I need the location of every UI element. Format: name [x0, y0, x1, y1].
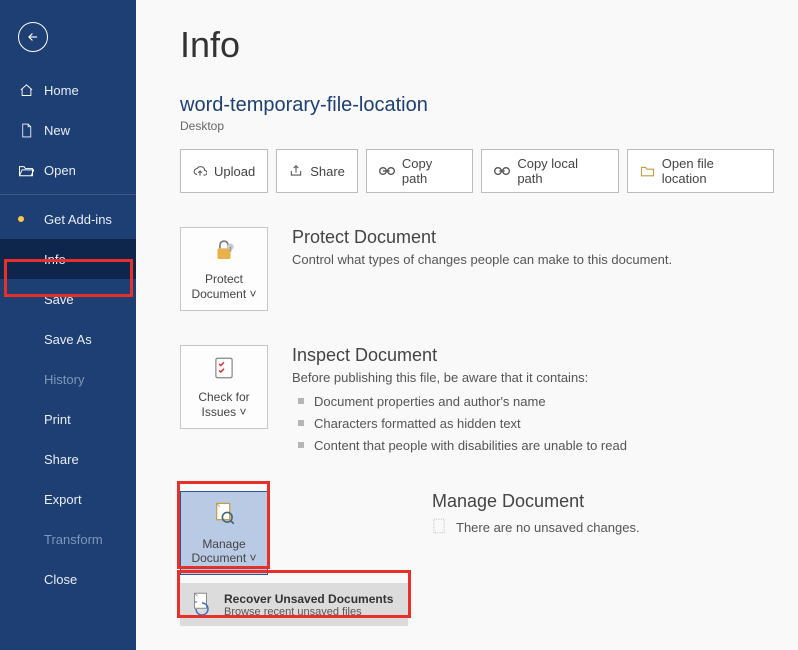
upload-icon [193, 164, 207, 178]
document-search-icon [211, 501, 237, 530]
protect-tile-label: Protect Document [191, 272, 246, 300]
inspect-issue-item: Document properties and author's name [292, 391, 774, 413]
share-label: Share [310, 164, 345, 179]
protect-document-tile[interactable]: Protect Document ˅ [180, 227, 268, 311]
sidebar-item-label: Home [44, 83, 79, 98]
recover-title: Recover Unsaved Documents [224, 592, 393, 606]
sidebar-item-label: Get Add-ins [44, 212, 112, 227]
sidebar-item-save[interactable]: Save [0, 279, 136, 319]
folder-icon [640, 165, 655, 177]
sidebar-item-label: Save As [44, 332, 92, 347]
protect-desc: Control what types of changes people can… [292, 252, 774, 267]
sidebar-item-open[interactable]: Open [0, 150, 136, 190]
action-button-bar: Upload Share Copy path Copy local path O… [180, 149, 774, 193]
sidebar-item-label: Close [44, 572, 77, 587]
link-icon [379, 165, 395, 177]
sidebar-divider [0, 194, 136, 195]
main-panel: Info word-temporary-file-location Deskto… [136, 0, 798, 650]
arrow-left-icon [26, 30, 40, 44]
sidebar-item-label: Export [44, 492, 82, 507]
manage-document-tile[interactable]: Manage Document ˅ [180, 491, 268, 575]
copy-path-label: Copy path [402, 156, 460, 186]
sidebar-item-label: Info [44, 252, 66, 267]
link-icon [494, 165, 510, 177]
copy-local-path-label: Copy local path [517, 156, 605, 186]
inspect-issues-list: Document properties and author's name Ch… [292, 391, 774, 457]
copy-local-path-button[interactable]: Copy local path [481, 149, 618, 193]
sidebar-item-label: New [44, 123, 70, 138]
check-for-issues-tile[interactable]: Check for Issues ˅ [180, 345, 268, 429]
sidebar-item-close[interactable]: Close [0, 559, 136, 599]
inspect-issue-item: Characters formatted as hidden text [292, 413, 774, 435]
sidebar-item-share[interactable]: Share [0, 439, 136, 479]
copy-path-button[interactable]: Copy path [366, 149, 473, 193]
manage-tile-label: Manage Document [191, 537, 246, 565]
home-icon [18, 82, 34, 98]
open-file-location-button[interactable]: Open file location [627, 149, 774, 193]
inspect-desc: Before publishing this file, be aware th… [292, 370, 774, 385]
addins-bullet-icon [18, 216, 24, 222]
upload-label: Upload [214, 164, 255, 179]
protect-document-section: Protect Document ˅ Protect Document Cont… [180, 227, 774, 311]
manage-document-section: Manage Document ˅ Recover Unsaved Docume… [180, 491, 774, 626]
page-title: Info [180, 24, 774, 66]
open-folder-icon [18, 162, 34, 178]
sidebar-item-history: History [0, 359, 136, 399]
share-button[interactable]: Share [276, 149, 358, 193]
recover-subtitle: Browse recent unsaved files [224, 606, 393, 618]
sidebar: Home New Open Get Add-ins Info Save Save [0, 0, 136, 650]
new-document-icon [18, 122, 34, 138]
manage-title: Manage Document [432, 491, 774, 512]
recover-document-icon [190, 591, 214, 618]
inspect-document-section: Check for Issues ˅ Inspect Document Befo… [180, 345, 774, 457]
sidebar-item-label: Open [44, 163, 76, 178]
sidebar-item-new[interactable]: New [0, 110, 136, 150]
manage-status: There are no unsaved changes. [456, 520, 640, 535]
inspect-issue-item: Content that people with disabilities ar… [292, 435, 774, 457]
sidebar-item-label: History [44, 372, 84, 387]
sidebar-item-transform: Transform [0, 519, 136, 559]
document-location: Desktop [180, 119, 774, 133]
sidebar-item-label: Share [44, 452, 79, 467]
protect-title: Protect Document [292, 227, 774, 248]
open-location-label: Open file location [662, 156, 761, 186]
chevron-down-icon: ˅ [236, 405, 246, 419]
document-small-icon [432, 518, 446, 537]
checklist-icon [211, 355, 237, 384]
sidebar-item-label: Save [44, 292, 74, 307]
chevron-down-icon: ˅ [246, 551, 256, 565]
upload-button[interactable]: Upload [180, 149, 268, 193]
sidebar-item-label: Transform [44, 532, 103, 547]
back-button[interactable] [18, 22, 48, 52]
chevron-down-icon: ˅ [246, 287, 256, 301]
share-icon [289, 164, 303, 178]
sidebar-item-home[interactable]: Home [0, 70, 136, 110]
inspect-title: Inspect Document [292, 345, 774, 366]
recover-unsaved-documents-item[interactable]: Recover Unsaved Documents Browse recent … [180, 583, 408, 626]
sidebar-item-label: Print [44, 412, 71, 427]
sidebar-item-save-as[interactable]: Save As [0, 319, 136, 359]
sidebar-item-get-addins[interactable]: Get Add-ins [0, 199, 136, 239]
sidebar-item-info[interactable]: Info [0, 239, 136, 279]
sidebar-item-print[interactable]: Print [0, 399, 136, 439]
lock-icon [211, 237, 237, 266]
sidebar-item-export[interactable]: Export [0, 479, 136, 519]
document-title[interactable]: word-temporary-file-location [180, 94, 774, 117]
